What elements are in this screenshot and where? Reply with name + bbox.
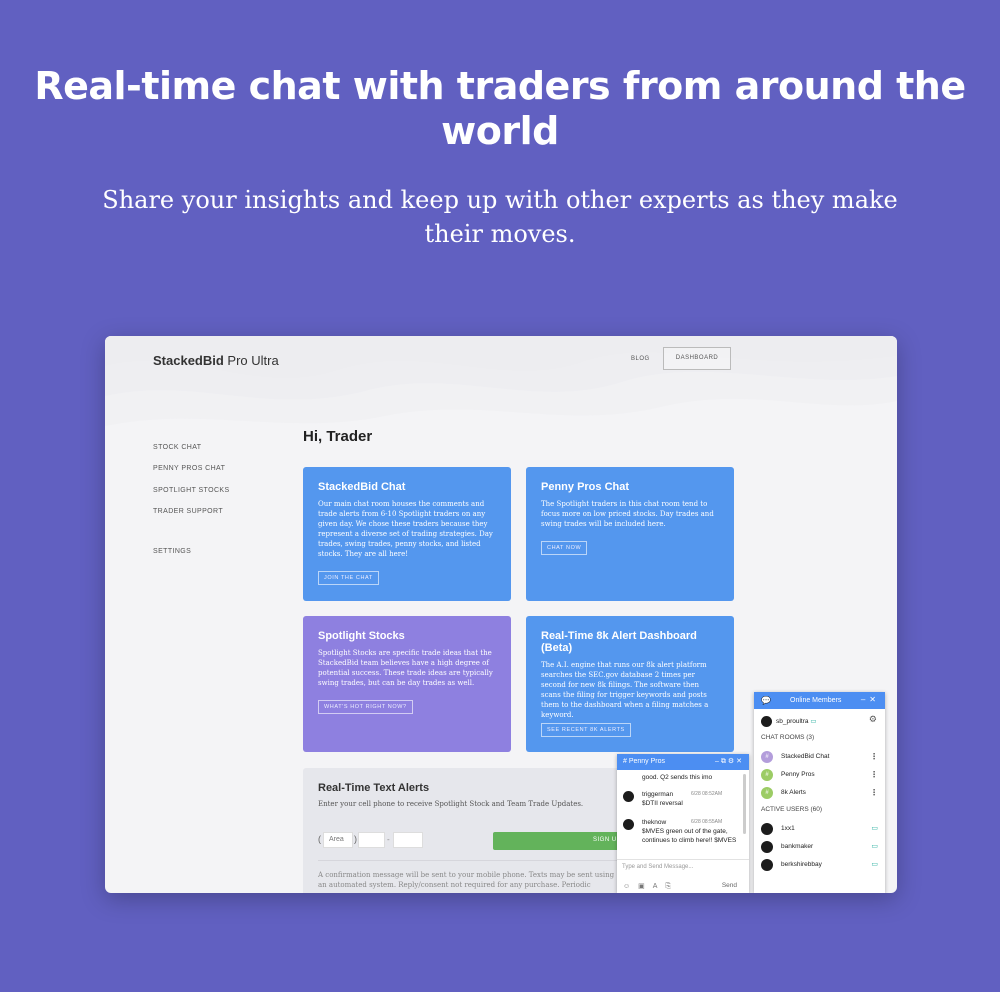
user-item[interactable]: 1xx1 ▭ <box>761 823 878 835</box>
desktop-icon: ▭ <box>871 861 878 868</box>
phone-line-input[interactable] <box>393 832 423 848</box>
card-spotlight-stocks: Spotlight Stocks Spotlight Stocks are sp… <box>303 616 511 752</box>
area-paren-close: ) <box>354 834 357 844</box>
whats-hot-button[interactable]: WHAT'S HOT RIGHT NOW? <box>318 700 413 714</box>
card-title: Real-Time 8k Alert Dashboard (Beta) <box>541 630 697 654</box>
user-item[interactable]: bankmaker ▭ <box>761 841 878 853</box>
kebab-menu-icon[interactable]: ⋮ <box>870 770 878 779</box>
card-title: Spotlight Stocks <box>318 630 405 642</box>
hash-icon: # <box>761 787 773 799</box>
penny-pros-chat-window: # Penny Pros –⧉⚙✕ good. Q2 sends this im… <box>617 754 749 893</box>
avatar <box>623 819 634 830</box>
avatar <box>623 791 634 802</box>
members-window-controls[interactable]: –✕ <box>861 695 880 704</box>
chat-toolbar-icons[interactable]: ☺▣A⎘ <box>623 882 679 891</box>
nav-blog-link[interactable]: BLOG <box>631 356 650 362</box>
desktop-icon: ▭ <box>871 843 878 850</box>
sidebar-item-settings[interactable]: SETTINGS <box>153 548 191 555</box>
nav-dashboard-button[interactable]: DASHBOARD <box>663 347 731 370</box>
hash-icon: # <box>761 751 773 763</box>
members-header: 💬 Online Members –✕ <box>754 692 885 709</box>
sign-up-button[interactable]: SIGN UP <box>493 832 623 850</box>
user-item[interactable]: berkshirebbay ▭ <box>761 859 878 871</box>
page-title: Hi, Trader <box>303 428 373 445</box>
phone-dash: - <box>387 835 390 844</box>
chat-text: $DTII reversal <box>642 800 683 807</box>
card-stackedbid-chat: StackedBid Chat Our main chat room house… <box>303 467 511 601</box>
card-title: Penny Pros Chat <box>541 481 630 493</box>
room-item-8k-alerts[interactable]: # 8k Alerts ⋮ <box>761 787 878 799</box>
confirmation-text: A confirmation message will be sent to y… <box>318 871 615 893</box>
room-item-penny-pros[interactable]: # Penny Pros ⋮ <box>761 769 878 781</box>
alerts-subtitle: Enter your cell phone to receive Spotlig… <box>318 800 584 808</box>
alerts-title: Real-Time Text Alerts <box>318 782 430 794</box>
sidebar-item-spotlight-stocks[interactable]: SPOTLIGHT STOCKS <box>153 487 230 494</box>
hero-title: Real-time chat with traders from around … <box>34 64 966 153</box>
sidebar-item-penny-pros-chat[interactable]: PENNY PROS CHAT <box>153 465 225 472</box>
desktop-icon: ▭ <box>871 825 878 832</box>
chat-title: # Penny Pros <box>623 758 666 765</box>
chat-timestamp: 6/28 08:52AM <box>691 791 723 797</box>
chat-text: $MVES green out of the gate, continues t… <box>642 828 737 844</box>
chat-now-button[interactable]: CHAT NOW <box>541 541 588 555</box>
chat-window-controls[interactable]: –⧉⚙✕ <box>715 757 744 766</box>
gear-icon[interactable]: ⚙ <box>869 714 877 725</box>
current-user[interactable]: sb_proultra ▭ <box>761 716 817 727</box>
room-item-stackedbid-chat[interactable]: # StackedBid Chat ⋮ <box>761 751 878 763</box>
card-body: Our main chat room houses the comments a… <box>318 500 493 558</box>
join-chat-button[interactable]: JOIN THE CHAT <box>318 571 379 585</box>
chat-message-input[interactable]: Type and Send Message... ☺▣A⎘ Send <box>617 859 749 893</box>
card-title: StackedBid Chat <box>318 481 406 493</box>
area-code-input[interactable]: Area <box>323 832 353 848</box>
avatar <box>761 859 773 871</box>
hash-icon: # <box>761 769 773 781</box>
hero-subtitle: Share your insights and keep up with oth… <box>102 186 898 248</box>
see-8k-alerts-button[interactable]: SEE RECENT 8K ALERTS <box>541 723 631 737</box>
chat-timestamp: 6/28 08:55AM <box>691 819 723 825</box>
chat-bubbles-icon: 💬 <box>761 696 771 705</box>
kebab-menu-icon[interactable]: ⋮ <box>870 788 878 797</box>
sidebar-item-stock-chat[interactable]: STOCK CHAT <box>153 444 201 451</box>
card-body: The A.I. engine that runs our 8k alert p… <box>541 661 709 719</box>
avatar <box>761 823 773 835</box>
app-screenshot: StackedBid Pro Ultra BLOG DASHBOARD STOC… <box>105 336 897 893</box>
card-body: Spotlight Stocks are specific trade idea… <box>318 649 493 687</box>
send-button[interactable]: Send <box>722 882 737 889</box>
phone-prefix-input[interactable] <box>358 832 385 848</box>
chat-rooms-header: CHAT ROOMS (3) <box>761 734 815 741</box>
card-body: The Spotlight traders in this chat room … <box>541 500 714 528</box>
chat-header: # Penny Pros –⧉⚙✕ <box>617 754 749 770</box>
chat-message: triggerman 6/28 08:52AM $DTII reversal <box>623 790 741 808</box>
sidebar-item-trader-support[interactable]: TRADER SUPPORT <box>153 508 223 515</box>
card-8k-alert-dashboard: Real-Time 8k Alert Dashboard (Beta) The … <box>526 616 734 752</box>
card-penny-pros-chat: Penny Pros Chat The Spotlight traders in… <box>526 467 734 601</box>
avatar <box>761 841 773 853</box>
online-members-panel: 💬 Online Members –✕ sb_proultra ▭ ⚙ CHAT… <box>754 692 885 893</box>
area-paren-open: ( <box>318 834 321 844</box>
divider <box>318 860 618 861</box>
chat-message: good. Q2 sends this imo <box>642 774 713 781</box>
chat-message: theknow 6/28 08:55AM $MVES green out of … <box>623 818 741 845</box>
avatar <box>761 716 772 727</box>
kebab-menu-icon[interactable]: ⋮ <box>870 752 878 761</box>
brand-logo[interactable]: StackedBid Pro Ultra <box>153 353 279 368</box>
active-users-header: ACTIVE USERS (60) <box>761 806 823 813</box>
